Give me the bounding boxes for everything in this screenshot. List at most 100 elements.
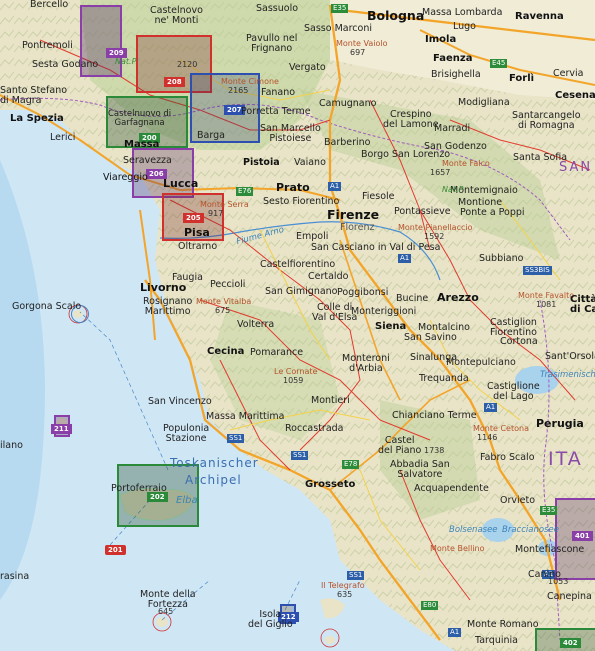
- city-siena[interactable]: Siena: [375, 322, 406, 332]
- town-sesta-godano: Sesta Godano: [32, 59, 99, 70]
- road-shield-ss1: SS1: [227, 434, 245, 443]
- town-monte-romano: Monte Romano: [467, 619, 539, 630]
- map-canvas[interactable]: 209 208 207 200 206 205 211 202 201 212 …: [0, 0, 595, 651]
- city-perugia[interactable]: Perugia: [536, 418, 584, 429]
- town-castiglione-lago: Castiglione del Lago: [487, 381, 540, 402]
- town-bucine: Bucine: [396, 293, 429, 304]
- peak-castelnuovo-elev: 2120: [177, 60, 198, 69]
- town-san-casciano: San Casciano in Val di Pesa: [311, 242, 441, 253]
- city-firenze[interactable]: Firenze: [327, 208, 379, 222]
- road-shield-e78: E78: [342, 460, 360, 469]
- town-abbadia: Abbadia San Salvatore: [390, 459, 450, 480]
- town-portoferraio: Portoferraio: [111, 483, 167, 494]
- town-bercello: Bercello: [30, 0, 69, 10]
- tile-402-badge: 402: [560, 638, 581, 648]
- city-cecina[interactable]: Cecina: [207, 347, 244, 357]
- town-sant-orsola: Sant'Orsola: [545, 351, 595, 362]
- tile-401-badge: 401: [572, 531, 593, 541]
- town-pontassieve: Pontassieve: [394, 206, 451, 217]
- peak-monte-cimone: Monte Cimone: [221, 77, 279, 86]
- city-ravenna[interactable]: Ravenna: [515, 12, 564, 22]
- town-empoli: Empoli: [296, 231, 329, 242]
- town-fiesole: Fiesole: [362, 191, 395, 202]
- town-certaldo: Certaldo: [308, 271, 349, 282]
- town-subbiano: Subbiano: [479, 253, 524, 264]
- city-la-spezia[interactable]: La Spezia: [10, 114, 64, 124]
- lake-trasimeno: Trasimenische: [540, 370, 595, 380]
- city-arezzo[interactable]: Arezzo: [437, 292, 479, 303]
- city-pistoia[interactable]: Pistoia: [243, 158, 280, 168]
- town-lugo: Lugo: [453, 21, 476, 32]
- town-castiglion: Castiglion Fiorentino: [490, 317, 537, 338]
- city-grosseto[interactable]: Grosseto: [305, 480, 355, 490]
- town-montepulciano: Montepulciano: [446, 357, 516, 368]
- tile-201-badge[interactable]: 201: [105, 545, 126, 555]
- tile-205-badge: 205: [183, 213, 204, 223]
- road-shield-ss1b: SS1: [291, 451, 309, 460]
- town-camugnano: Camugnano: [319, 98, 377, 109]
- peak-monte-favalto-elev: 1081: [536, 300, 557, 309]
- region-san-marino: SAN M: [559, 160, 595, 175]
- town-trequanda: Trequanda: [419, 373, 469, 384]
- town-barberino: Barberino: [324, 137, 371, 148]
- island-giglio: Isola del Giglio: [248, 609, 293, 630]
- town-santo-stefano: Santo Stefano di Magra: [0, 85, 68, 106]
- city-prato[interactable]: Prato: [276, 182, 310, 193]
- town-fabro: Fabro Scalo: [480, 452, 535, 463]
- peak-monte-vaiolo: Monte Vaiolo: [336, 39, 388, 48]
- city-pisa[interactable]: Pisa: [184, 227, 210, 238]
- city-lucca[interactable]: Lucca: [163, 178, 198, 189]
- peak-monte-cetona: Monte Cetona: [473, 424, 529, 433]
- peak-monte-bellino: Monte Bellino: [430, 544, 485, 553]
- peak-monte-cetona-elev: 1146: [477, 433, 498, 442]
- lake-bolsena: Bolsenasee: [449, 525, 498, 535]
- city-forli[interactable]: Forlì: [509, 74, 534, 84]
- town-massa-lombarda: Massa Lombarda: [422, 7, 503, 18]
- town-roccastrada: Roccastrada: [285, 423, 344, 434]
- town-cervia: Cervia: [553, 68, 584, 79]
- city-livorno[interactable]: Livorno: [140, 282, 186, 293]
- town-monteroni: Monteroni d'Arbia: [342, 353, 390, 374]
- city-faenza[interactable]: Faenza: [433, 54, 472, 64]
- town-rosignano: Rosignano Marittimo: [143, 296, 193, 317]
- road-shield-a1e: A1: [448, 628, 462, 637]
- town-barga: Barga: [197, 130, 225, 141]
- town-canepina: Canepina: [547, 591, 592, 602]
- peak-monte-favalto: Monte Favalto: [518, 291, 575, 300]
- peak-monte-falco: Monte Falco: [442, 159, 490, 168]
- town-vaiano: Vaiano: [294, 157, 326, 168]
- town-sasso-marconi: Sasso Marconi: [304, 23, 372, 34]
- town-rasina: rasina: [0, 571, 30, 582]
- city-viareggio[interactable]: Viareggio: [103, 173, 148, 183]
- town-marradi: Marradi: [434, 123, 471, 134]
- town-lerici: Lerici: [50, 132, 76, 143]
- peak-il-telegrafo-elev: 635: [337, 590, 353, 599]
- town-pontremoli: Pontremoli: [22, 40, 73, 51]
- town-montieri: Montieri: [311, 395, 350, 406]
- town-orvieto: Orvieto: [500, 495, 536, 506]
- island-elba: Elba: [176, 495, 198, 506]
- town-san-gimignano: San Gimignano: [265, 286, 338, 297]
- city-massa[interactable]: Massa: [124, 140, 159, 150]
- town-santarcangelo: Santarcangelo di Romagna: [512, 110, 581, 131]
- road-shield-a1: A1: [328, 182, 342, 191]
- town-fanano: Fanano: [261, 87, 296, 98]
- tile-208-badge: 208: [164, 77, 185, 87]
- town-acquapendente: Acquapendente: [414, 483, 489, 494]
- town-san-savino: San Savino: [404, 332, 457, 343]
- peak-le-cornate: Le Cornate: [274, 367, 318, 376]
- peak-monte-serra-elev: 917: [208, 209, 224, 218]
- peak-canino-elev: 1053: [548, 577, 569, 586]
- lake-bracciano: Braccianosee: [502, 525, 559, 535]
- town-castelfiorentino: Castelfiorentino: [260, 259, 336, 270]
- peak-monte-cimone-elev: 2165: [228, 86, 249, 95]
- peak-amiata-elev: 1738: [424, 446, 445, 455]
- peak-monte-vitalba: Monte Vitalba: [196, 297, 252, 306]
- city-bologna[interactable]: Bologna: [367, 9, 424, 23]
- road-shield-ss3bis: SS3BIS: [523, 266, 552, 275]
- town-brisighella: Brisighella: [431, 69, 481, 80]
- town-ilano: ilano: [0, 440, 23, 451]
- town-san-marcello: San Marcello Pistoiese: [260, 123, 321, 144]
- city-imola[interactable]: Imola: [425, 35, 456, 45]
- city-cesena[interactable]: Cesena: [555, 91, 595, 101]
